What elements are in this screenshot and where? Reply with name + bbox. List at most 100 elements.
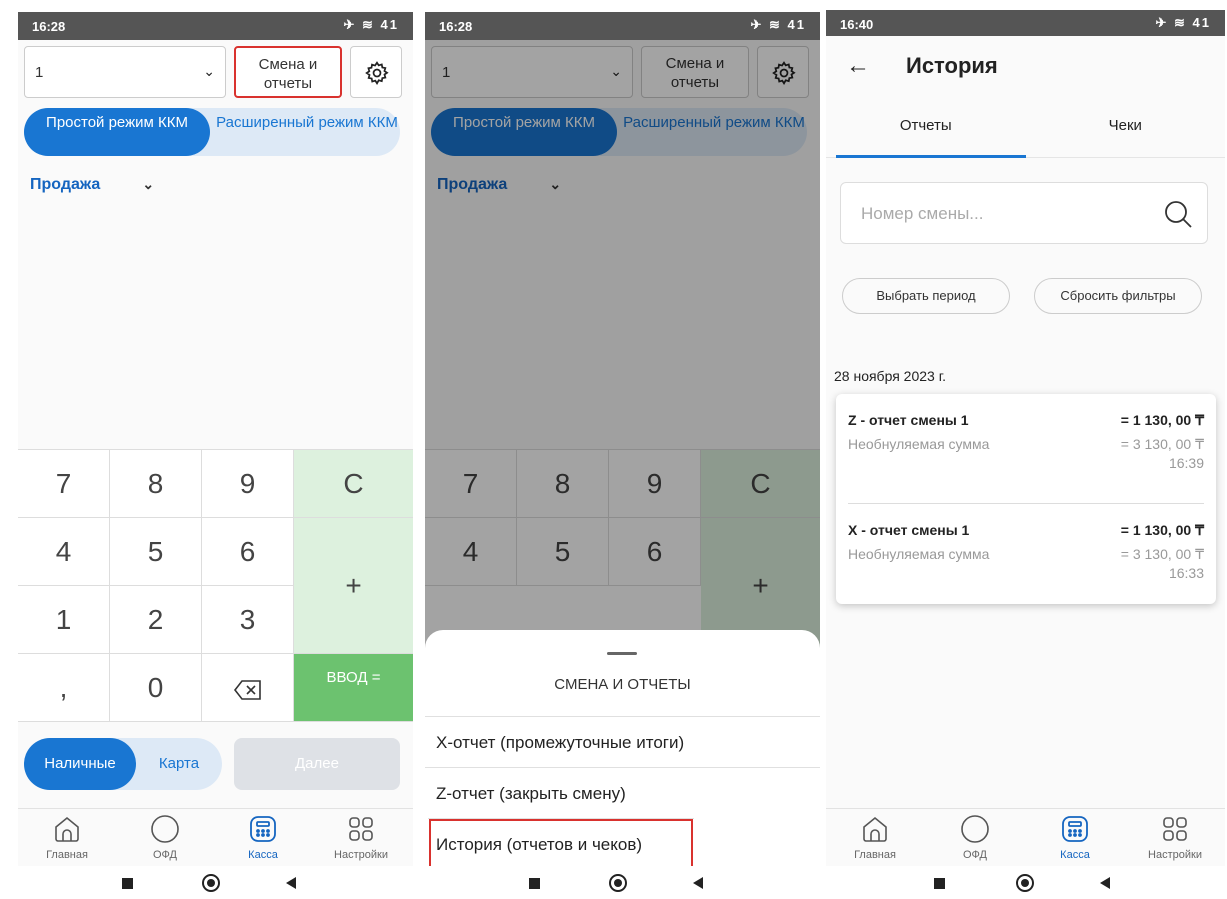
recents-icon[interactable] <box>529 878 540 889</box>
report-sub-amount: = 3 130, 00 ₸ <box>1120 546 1204 562</box>
nav-settings[interactable]: Настройки <box>1126 809 1224 867</box>
circle-icon <box>151 815 179 843</box>
grid-icon <box>1163 817 1187 841</box>
report-name: X - отчет смены 1 <box>848 522 970 538</box>
nav-home[interactable]: Главная <box>826 809 924 867</box>
system-nav-bar <box>425 866 820 899</box>
pay-cash-button[interactable]: Наличные <box>24 738 136 790</box>
x-report-item[interactable]: X-отчет (промежуточные итоги) <box>425 716 820 767</box>
backspace-key[interactable] <box>202 654 294 722</box>
shift-reports-button[interactable]: Смена и отчеты <box>234 46 342 98</box>
report-item[interactable]: Z - отчет смены 1 = 1 130, 00 ₸ Необнуля… <box>836 394 1216 494</box>
nav-kassa[interactable]: Касса <box>1026 809 1124 867</box>
payment-row: Наличные Карта Далее <box>24 738 400 790</box>
report-item[interactable]: X - отчет смены 1 = 1 130, 00 ₸ Необнуля… <box>836 504 1216 604</box>
z-report-item[interactable]: Z-отчет (закрыть смену) <box>425 767 820 818</box>
recents-icon[interactable] <box>934 878 945 889</box>
report-card: Z - отчет смены 1 = 1 130, 00 ₸ Необнуля… <box>836 394 1216 604</box>
reset-filters-button[interactable]: Сбросить фильтры <box>1034 278 1202 314</box>
nav-settings-label: Настройки <box>334 849 388 861</box>
history-tabs: Отчеты Чеки <box>826 106 1225 158</box>
bottom-nav: Главная ОФД Касса Настройки <box>826 808 1225 866</box>
search-placeholder: Номер смены... <box>861 204 984 223</box>
nav-home-label: Главная <box>46 849 88 861</box>
nav-ofd-label: ОФД <box>152 849 177 861</box>
key-4[interactable]: 4 <box>18 518 110 586</box>
key-plus[interactable]: + <box>294 518 413 654</box>
pay-card-button[interactable]: Карта <box>136 738 222 790</box>
next-button[interactable]: Далее <box>234 738 400 790</box>
home-button-icon[interactable] <box>202 874 220 892</box>
sheet-handle[interactable] <box>607 652 637 655</box>
tab-receipts[interactable]: Чеки <box>1026 106 1226 158</box>
mode-extended-button[interactable]: Расширенный режим ККМ <box>214 108 400 156</box>
date-header: 28 ноября 2023 г. <box>834 368 946 384</box>
status-icons: ✈ ≋ 41 <box>343 17 399 32</box>
gear-icon <box>365 61 389 85</box>
back-icon[interactable] <box>693 877 703 889</box>
home-icon <box>863 816 887 842</box>
recents-icon[interactable] <box>122 878 133 889</box>
top-controls: 1 ⌄ Смена и отчеты <box>24 46 407 98</box>
report-time: 16:33 <box>1168 565 1204 581</box>
bottom-nav: Главная ОФД Касса Настройки <box>18 808 413 866</box>
nav-ofd[interactable]: ОФД <box>926 809 1024 867</box>
shift-reports-sheet: СМЕНА И ОТЧЕТЫ X-отчет (промежуточные ит… <box>425 630 820 894</box>
payment-type-toggle: Наличные Карта <box>24 738 222 790</box>
phone-shift-sheet: 16:28 ✈ ≋ 41 1 ⌄ Смена и отчеты Простой … <box>425 12 820 899</box>
sheet-title: СМЕНА И ОТЧЕТЫ <box>554 676 691 693</box>
tab-reports[interactable]: Отчеты <box>826 106 1026 158</box>
history-header: ← История <box>826 36 1225 96</box>
home-button-icon[interactable] <box>1016 874 1034 892</box>
history-item[interactable]: История (отчетов и чеков) <box>428 818 694 869</box>
nav-settings[interactable]: Настройки <box>312 809 410 867</box>
calculator-icon <box>250 816 276 842</box>
phone-kassa: 16:28 ✈ ≋ 41 1 ⌄ Смена и отчеты Простой … <box>18 12 413 899</box>
home-button-icon[interactable] <box>609 874 627 892</box>
register-select[interactable]: 1 ⌄ <box>24 46 226 98</box>
mode-simple-button[interactable]: Простой режим ККМ <box>24 108 210 156</box>
key-clear[interactable]: C <box>294 450 413 518</box>
operation-select[interactable]: Продажа ⌄ <box>30 176 154 194</box>
search-icon[interactable] <box>1163 199 1193 229</box>
status-bar: 16:28 ✈ ≋ 41 <box>18 12 413 40</box>
home-icon <box>55 816 79 842</box>
backspace-icon <box>233 679 261 700</box>
settings-button[interactable] <box>350 46 402 98</box>
select-period-button[interactable]: Выбрать период <box>842 278 1010 314</box>
report-sub-amount: = 3 130, 00 ₸ <box>1120 436 1204 452</box>
status-time: 16:28 <box>32 19 66 34</box>
back-icon[interactable] <box>1100 877 1110 889</box>
key-0[interactable]: 0 <box>110 654 202 722</box>
enter-key[interactable]: ВВОД = <box>294 654 413 722</box>
grid-icon <box>349 817 373 841</box>
nav-kassa[interactable]: Касса <box>214 809 312 867</box>
key-2[interactable]: 2 <box>110 586 202 654</box>
key-5[interactable]: 5 <box>110 518 202 586</box>
status-bar: 16:28 ✈ ≋ 41 <box>425 12 820 40</box>
key-8[interactable]: 8 <box>110 450 202 518</box>
nav-home-label: Главная <box>854 849 896 861</box>
report-time: 16:39 <box>1168 455 1204 471</box>
key-3[interactable]: 3 <box>202 586 294 654</box>
system-nav-bar <box>18 866 413 899</box>
shift-search-input[interactable]: Номер смены... <box>840 182 1208 244</box>
page-title: История <box>906 53 998 78</box>
nav-home[interactable]: Главная <box>18 809 116 867</box>
back-arrow-icon[interactable]: ← <box>846 52 870 80</box>
key-7[interactable]: 7 <box>18 450 110 518</box>
report-amount: = 1 130, 00 ₸ <box>1120 412 1204 428</box>
back-icon[interactable] <box>286 877 296 889</box>
nav-settings-label: Настройки <box>1148 849 1202 861</box>
chevron-down-icon: ⌄ <box>142 176 155 192</box>
key-9[interactable]: 9 <box>202 450 294 518</box>
dim-overlay[interactable]: СМЕНА И ОТЧЕТЫ X-отчет (промежуточные ит… <box>425 40 820 899</box>
nav-ofd[interactable]: ОФД <box>116 809 214 867</box>
key-1[interactable]: 1 <box>18 586 110 654</box>
key-6[interactable]: 6 <box>202 518 294 586</box>
status-icons: ✈ ≋ 41 <box>1155 15 1211 30</box>
nav-kassa-label: Касса <box>1060 849 1090 861</box>
operation-label: Продажа <box>30 176 101 193</box>
keypad: 7 8 9 C 4 5 6 + 1 2 3 , 0 ВВОД = <box>18 449 413 722</box>
key-comma[interactable]: , <box>18 654 110 722</box>
